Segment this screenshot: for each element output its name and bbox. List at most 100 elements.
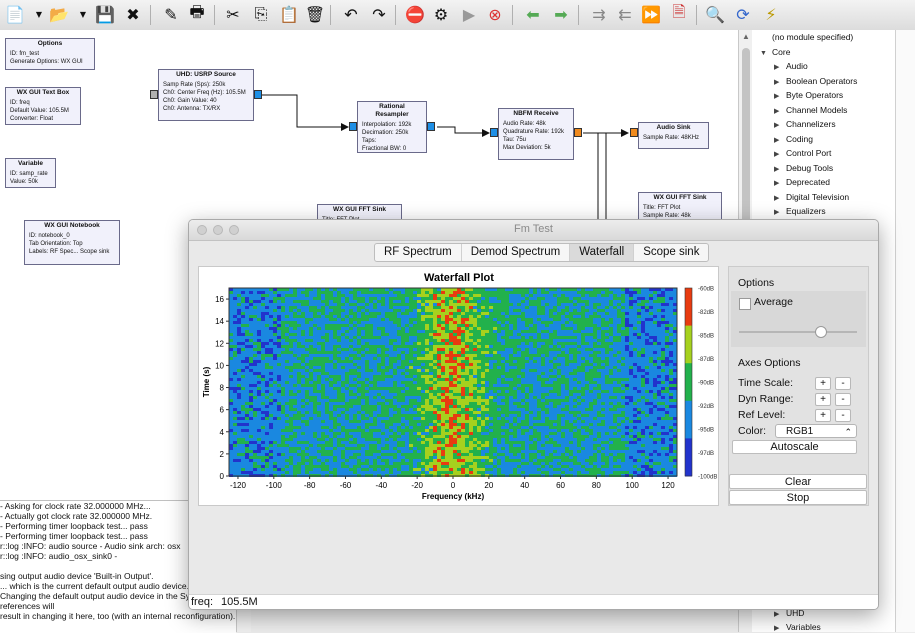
heatmap-cell [385, 384, 389, 387]
output-port[interactable] [427, 122, 435, 131]
tree-item[interactable]: ▶Coding [774, 134, 813, 144]
delete-icon[interactable]: 🗑 [304, 3, 326, 25]
collapsed-triangle-icon[interactable]: ▶ [774, 136, 786, 144]
collapsed-triangle-icon[interactable]: ▶ [774, 179, 786, 187]
scrollbar-thumb[interactable] [742, 48, 750, 228]
notebook-block[interactable]: WX GUI Notebook ID: notebook_0 Tab Orien… [24, 220, 120, 265]
collapsed-triangle-icon[interactable]: ▶ [774, 107, 786, 115]
close-icon[interactable]: ✖ [122, 3, 144, 25]
heatmap-cell [341, 387, 345, 390]
scroll-up-icon[interactable]: ▲ [741, 32, 751, 42]
undo-icon[interactable]: ↶ [340, 3, 362, 25]
heatmap-cell [505, 291, 509, 294]
input-port[interactable] [349, 122, 357, 131]
copy-icon[interactable]: ⎘ [250, 3, 272, 25]
output-port[interactable] [574, 128, 582, 137]
collapsed-triangle-icon[interactable]: ▶ [774, 208, 786, 216]
heatmap-cell [621, 327, 625, 330]
collapsed-triangle-icon[interactable]: ▶ [774, 63, 786, 71]
open-dropdown-icon[interactable]: ▼ [72, 3, 94, 25]
tab-rf-spectrum[interactable]: RF Spectrum [375, 244, 462, 261]
print-icon[interactable]: 🖶 [186, 3, 208, 25]
textbox-block[interactable]: WX GUI Text Box ID: freq Default Value: … [5, 87, 81, 125]
collapsed-triangle-icon[interactable]: ▶ [774, 194, 786, 202]
tree-item-label: Core [772, 47, 790, 57]
tree-scrollbar[interactable] [895, 30, 915, 632]
tree-item[interactable]: ▶Audio [774, 61, 808, 71]
arrow-right-icon[interactable]: ➡ [550, 3, 572, 25]
input-port[interactable] [630, 128, 638, 137]
options-block[interactable]: Options ID: fm_test Generate Options: WX… [5, 38, 95, 70]
waterfall-plot[interactable]: Waterfall Plot -120-100-80-60-40-2002040… [198, 266, 719, 506]
heatmap-cell [481, 363, 485, 366]
save-icon[interactable]: 💾 [94, 3, 116, 25]
tree-item[interactable]: ▶Boolean Operators [774, 76, 857, 86]
heatmap-cell [293, 408, 297, 411]
output-port[interactable] [254, 90, 262, 99]
tab-demod-spectrum[interactable]: Demod Spectrum [462, 244, 570, 261]
fft-sink-block[interactable]: WX GUI FFT Sink Title: FFT Plot Sample R… [638, 192, 722, 220]
tree-item[interactable]: ▶Channelizers [774, 119, 836, 129]
heatmap-cell [521, 405, 525, 408]
heatmap-cell [585, 291, 589, 294]
disable-block-icon[interactable]: ⇇ [614, 3, 636, 25]
tree-item[interactable]: ▶Deprecated [774, 177, 830, 187]
collapsed-triangle-icon[interactable]: ▶ [774, 165, 786, 173]
reload-icon[interactable]: ⟳ [732, 3, 754, 25]
input-port[interactable] [150, 90, 158, 99]
execute-icon[interactable]: ▶ [458, 3, 480, 25]
heatmap-cell [657, 411, 661, 414]
tree-item[interactable]: ▼Core [760, 47, 790, 57]
tree-item[interactable]: ▶Equalizers [774, 206, 826, 216]
tree-item[interactable]: ▶Control Port [774, 148, 831, 158]
tab-scope-sink[interactable]: Scope sink [634, 244, 708, 261]
collapsed-triangle-icon[interactable]: ▶ [774, 78, 786, 86]
kill-icon[interactable]: ⊗ [484, 3, 506, 25]
stop-sign-icon[interactable]: ⛔ [404, 3, 426, 25]
nbfm-receive-block[interactable]: NBFM Receive Audio Rate: 48k Quadrature … [498, 108, 574, 160]
bypass-icon[interactable]: ⏩ [640, 3, 662, 25]
collapsed-triangle-icon[interactable]: ▶ [774, 624, 786, 632]
redo-icon[interactable]: ↷ [368, 3, 390, 25]
heatmap-cell [373, 369, 377, 372]
heatmap-cell [593, 342, 597, 345]
collapsed-triangle-icon[interactable]: ▶ [774, 92, 786, 100]
tree-item[interactable]: ▶Channel Models [774, 105, 847, 115]
variable-block[interactable]: Variable ID: samp_rate Value: 50k [5, 158, 56, 188]
usrp-source-block[interactable]: UHD: USRP Source Samp Rate (Sps): 250k C… [158, 69, 254, 121]
new-file-icon[interactable]: 📄 [4, 3, 26, 25]
paste-icon[interactable]: 📋 [278, 3, 300, 25]
input-port[interactable] [490, 128, 498, 137]
expanded-triangle-icon[interactable]: ▼ [760, 50, 772, 57]
heatmap-cell [273, 384, 277, 387]
tree-item[interactable]: ▶Debug Tools [774, 163, 833, 173]
plugins-icon[interactable]: ⚡ [760, 3, 782, 25]
tree-item[interactable]: ▶Variables [774, 622, 821, 632]
heatmap-cell [245, 381, 249, 384]
rational-resampler-block[interactable]: Rational Resampler Interpolation: 192k D… [357, 101, 427, 153]
tree-item[interactable]: ▶Byte Operators [774, 90, 843, 100]
heatmap-cell [649, 390, 653, 393]
generate-icon[interactable]: ⚙ [430, 3, 452, 25]
tree-item[interactable]: (no module specified) [760, 32, 853, 42]
heatmap-cell [289, 318, 293, 321]
tab-waterfall[interactable]: Waterfall [570, 244, 634, 261]
cut-icon[interactable]: ✂ [222, 3, 244, 25]
enable-block-icon[interactable]: ⇉ [588, 3, 610, 25]
document-icon[interactable]: 🗎 [668, 3, 690, 25]
arrow-left-icon[interactable]: ⬅ [522, 3, 544, 25]
edit-icon[interactable]: ✎ [160, 3, 182, 25]
collapsed-triangle-icon[interactable]: ▶ [774, 121, 786, 129]
search-icon[interactable]: 🔍 [704, 3, 726, 25]
new-dropdown-icon[interactable]: ▼ [28, 3, 50, 25]
audio-sink-block[interactable]: Audio Sink Sample Rate: 48KHz [638, 122, 709, 149]
heatmap-cell [645, 384, 649, 387]
open-folder-icon[interactable]: 📂 [48, 3, 70, 25]
collapsed-triangle-icon[interactable]: ▶ [774, 610, 786, 618]
heatmap-cell [437, 351, 441, 354]
heatmap-cell [581, 312, 585, 315]
collapsed-triangle-icon[interactable]: ▶ [774, 150, 786, 158]
heatmap-cell [649, 297, 653, 300]
heatmap-cell [449, 339, 453, 342]
tree-item[interactable]: ▶Digital Television [774, 192, 849, 202]
